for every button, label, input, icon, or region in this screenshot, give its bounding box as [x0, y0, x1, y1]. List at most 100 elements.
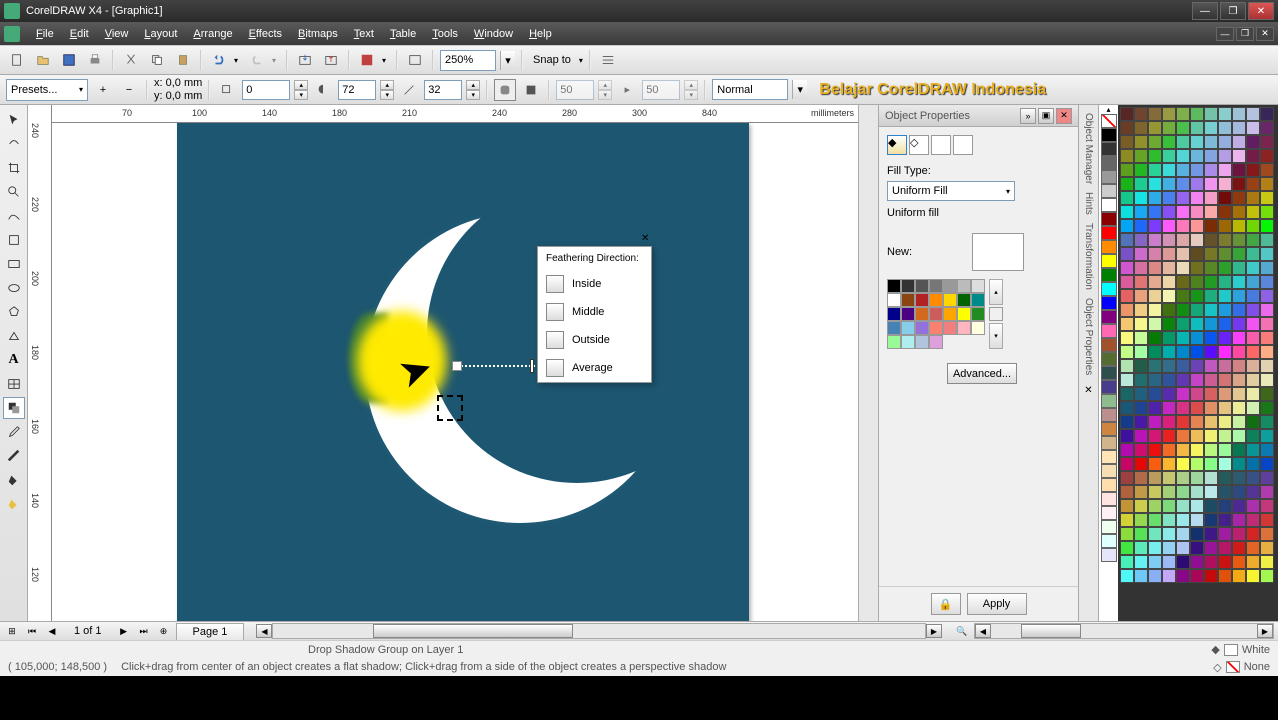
- color-swatch[interactable]: [915, 307, 929, 321]
- big-palette-swatch[interactable]: [1204, 443, 1218, 457]
- big-palette-swatch[interactable]: [1204, 303, 1218, 317]
- docker-expand-button[interactable]: »: [1020, 108, 1036, 124]
- rectangle-tool[interactable]: [3, 253, 25, 275]
- big-palette-swatch[interactable]: [1148, 401, 1162, 415]
- big-palette-swatch[interactable]: [1260, 275, 1274, 289]
- big-palette-swatch[interactable]: [1176, 485, 1190, 499]
- big-palette-swatch[interactable]: [1204, 191, 1218, 205]
- big-palette-swatch[interactable]: [1246, 261, 1260, 275]
- big-palette-swatch[interactable]: [1190, 275, 1204, 289]
- big-palette-swatch[interactable]: [1218, 415, 1232, 429]
- tab-3[interactable]: [931, 135, 951, 155]
- eyedropper-tool[interactable]: [3, 421, 25, 443]
- color-swatch[interactable]: [929, 293, 943, 307]
- big-palette-swatch[interactable]: [1218, 555, 1232, 569]
- text-tool[interactable]: A: [3, 349, 25, 371]
- big-palette-swatch[interactable]: [1120, 373, 1134, 387]
- big-palette-swatch[interactable]: [1204, 163, 1218, 177]
- big-palette-swatch[interactable]: [1162, 499, 1176, 513]
- big-palette-swatch[interactable]: [1232, 107, 1246, 121]
- nav-toggle-icon[interactable]: ⊞: [4, 624, 20, 638]
- big-palette-swatch[interactable]: [1246, 569, 1260, 583]
- big-palette-swatch[interactable]: [1176, 429, 1190, 443]
- no-fill-swatch[interactable]: [1101, 114, 1117, 128]
- big-palette-swatch[interactable]: [1260, 415, 1274, 429]
- menu-help[interactable]: Help: [521, 25, 560, 43]
- big-palette-swatch[interactable]: [1246, 359, 1260, 373]
- close-button[interactable]: ✕: [1248, 2, 1274, 20]
- big-palette-swatch[interactable]: [1260, 261, 1274, 275]
- big-palette-swatch[interactable]: [1134, 331, 1148, 345]
- big-palette-swatch[interactable]: [1120, 401, 1134, 415]
- app-launcher-button[interactable]: [356, 49, 378, 71]
- big-palette-swatch[interactable]: [1204, 317, 1218, 331]
- big-palette-swatch[interactable]: [1120, 471, 1134, 485]
- palette-swatch[interactable]: [1101, 520, 1117, 534]
- big-palette-swatch[interactable]: [1204, 471, 1218, 485]
- palette-swatch[interactable]: [1101, 492, 1117, 506]
- big-palette-swatch[interactable]: [1246, 513, 1260, 527]
- big-palette-swatch[interactable]: [1246, 135, 1260, 149]
- menu-arrange[interactable]: Arrange: [185, 25, 240, 43]
- big-palette-swatch[interactable]: [1190, 289, 1204, 303]
- big-palette-swatch[interactable]: [1148, 429, 1162, 443]
- big-palette-swatch[interactable]: [1120, 289, 1134, 303]
- big-palette-swatch[interactable]: [1204, 121, 1218, 135]
- big-palette-swatch[interactable]: [1148, 121, 1162, 135]
- palette-up-button[interactable]: ▴: [989, 279, 1003, 305]
- big-palette-swatch[interactable]: [1176, 289, 1190, 303]
- big-palette-swatch[interactable]: [1260, 443, 1274, 457]
- big-palette-swatch[interactable]: [1148, 261, 1162, 275]
- horizontal-ruler[interactable]: 70100140180210240280300840 millimeters: [52, 105, 858, 123]
- big-palette-swatch[interactable]: [1232, 429, 1246, 443]
- big-palette-swatch[interactable]: [1134, 177, 1148, 191]
- big-palette-swatch[interactable]: [1246, 485, 1260, 499]
- big-palette-swatch[interactable]: [1148, 513, 1162, 527]
- docker-tab-close[interactable]: ✕: [1084, 385, 1092, 396]
- big-palette-swatch[interactable]: [1246, 289, 1260, 303]
- big-palette-swatch[interactable]: [1162, 177, 1176, 191]
- palette-swatch[interactable]: [1101, 408, 1117, 422]
- palette-swatch[interactable]: [1101, 534, 1117, 548]
- big-palette-swatch[interactable]: [1260, 135, 1274, 149]
- advanced-button[interactable]: Advanced...: [947, 363, 1017, 384]
- color-swatch[interactable]: [901, 321, 915, 335]
- big-palette-swatch[interactable]: [1204, 345, 1218, 359]
- big-palette-swatch[interactable]: [1260, 191, 1274, 205]
- big-palette-swatch[interactable]: [1162, 289, 1176, 303]
- docker-close-button[interactable]: ✕: [1056, 108, 1072, 124]
- big-palette-swatch[interactable]: [1148, 289, 1162, 303]
- color-swatch[interactable]: [957, 321, 971, 335]
- big-palette-swatch[interactable]: [1162, 303, 1176, 317]
- big-palette-swatch[interactable]: [1204, 331, 1218, 345]
- big-palette-swatch[interactable]: [1162, 555, 1176, 569]
- big-palette-swatch[interactable]: [1162, 233, 1176, 247]
- big-palette-swatch[interactable]: [1232, 513, 1246, 527]
- big-palette-swatch[interactable]: [1190, 135, 1204, 149]
- big-palette-swatch[interactable]: [1232, 261, 1246, 275]
- big-palette-swatch[interactable]: [1120, 331, 1134, 345]
- big-palette-swatch[interactable]: [1260, 289, 1274, 303]
- palette-swatch[interactable]: [1101, 352, 1117, 366]
- color-swatch[interactable]: [943, 293, 957, 307]
- big-palette-swatch[interactable]: [1134, 513, 1148, 527]
- big-palette-swatch[interactable]: [1204, 373, 1218, 387]
- big-palette-swatch[interactable]: [1134, 261, 1148, 275]
- big-palette-swatch[interactable]: [1134, 415, 1148, 429]
- big-palette-swatch[interactable]: [1260, 233, 1274, 247]
- docker-tab-hints[interactable]: Hints: [1081, 188, 1096, 219]
- palette-swatch[interactable]: [1101, 170, 1117, 184]
- big-palette-swatch[interactable]: [1218, 541, 1232, 555]
- big-palette-swatch[interactable]: [1190, 373, 1204, 387]
- docker-tab-object-manager[interactable]: Object Manager: [1081, 109, 1096, 188]
- blend-mode-dropdown[interactable]: Normal: [712, 79, 788, 100]
- big-palette-swatch[interactable]: [1260, 471, 1274, 485]
- big-palette-swatch[interactable]: [1162, 471, 1176, 485]
- big-palette-swatch[interactable]: [1246, 457, 1260, 471]
- apply-button[interactable]: Apply: [967, 593, 1027, 615]
- big-palette-swatch[interactable]: [1120, 415, 1134, 429]
- big-palette-swatch[interactable]: [1246, 443, 1260, 457]
- big-palette-swatch[interactable]: [1232, 177, 1246, 191]
- big-palette-swatch[interactable]: [1134, 373, 1148, 387]
- color-swatch[interactable]: [929, 307, 943, 321]
